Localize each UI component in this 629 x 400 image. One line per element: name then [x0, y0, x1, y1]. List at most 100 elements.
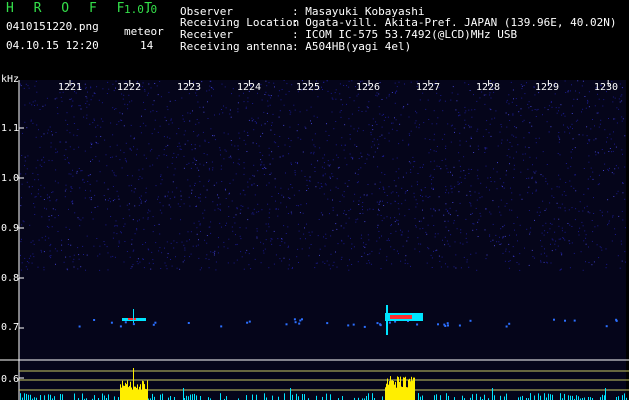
noise-dot — [433, 208, 435, 210]
noise-dot — [458, 112, 460, 113]
noise-dot — [206, 242, 208, 244]
noise-dot — [561, 114, 563, 116]
power-bar — [448, 395, 449, 400]
noise-dot — [456, 100, 458, 102]
noise-dot — [511, 145, 513, 147]
noise-dot — [519, 194, 521, 196]
noise-dot — [437, 117, 439, 119]
noise-dot — [471, 116, 473, 118]
noise-dot — [308, 188, 309, 189]
power-bar — [440, 395, 441, 400]
noise-dot — [129, 147, 131, 149]
noise-dot — [228, 238, 230, 240]
noise-dot — [233, 162, 234, 164]
noise-dot — [402, 245, 404, 247]
noise-dot — [229, 113, 231, 115]
noise-dot — [348, 86, 350, 88]
noise-dot — [511, 101, 513, 103]
noise-dot — [152, 259, 154, 261]
noise-dot — [180, 195, 182, 197]
noise-dot — [349, 259, 350, 261]
noise-dot — [468, 124, 470, 126]
noise-dot — [154, 119, 156, 121]
noise-dot — [378, 203, 380, 205]
noise-dot — [136, 228, 138, 230]
noise-dot — [621, 116, 623, 118]
noise-dot — [148, 83, 150, 85]
noise-dot — [306, 109, 308, 111]
noise-dot — [129, 256, 131, 258]
noise-dot — [105, 199, 106, 201]
noise-dot — [316, 116, 318, 118]
noise-dot — [559, 138, 561, 140]
noise-dot — [123, 152, 125, 154]
noise-dot — [245, 107, 247, 109]
noise-dot — [43, 266, 45, 268]
noise-dot — [67, 239, 69, 240]
noise-dot — [38, 189, 39, 191]
noise-dot — [159, 81, 161, 82]
noise-dot — [64, 196, 66, 198]
noise-dot — [560, 104, 562, 106]
power-bar — [564, 393, 565, 400]
noise-dot — [476, 229, 478, 231]
noise-dot — [175, 256, 176, 258]
noise-dot — [582, 269, 584, 271]
noise-dot — [311, 139, 313, 141]
noise-dot — [463, 127, 465, 129]
noise-dot — [327, 198, 329, 200]
noise-dot — [348, 210, 350, 212]
noise-dot — [460, 181, 462, 183]
noise-dot — [565, 182, 567, 183]
noise-dot — [531, 109, 533, 111]
power-bar — [422, 395, 423, 400]
noise-dot — [571, 242, 573, 244]
noise-dot — [90, 160, 91, 162]
noise-dot — [347, 265, 349, 267]
noise-dot — [262, 154, 264, 156]
noise-dot — [605, 267, 607, 269]
noise-dot — [243, 101, 245, 103]
noise-dot — [560, 207, 562, 209]
noise-dot — [107, 188, 109, 190]
noise-dot — [21, 262, 23, 264]
noise-dot — [121, 93, 123, 95]
noise-dot — [496, 188, 498, 190]
noise-dot — [255, 122, 257, 124]
noise-dot — [277, 208, 279, 210]
noise-dot — [145, 242, 146, 244]
noise-dot — [619, 83, 621, 85]
noise-dot — [335, 98, 337, 100]
noise-dot — [139, 261, 141, 263]
noise-dot — [70, 186, 72, 188]
noise-dot — [107, 208, 108, 210]
noise-dot — [314, 167, 316, 168]
noise-dot — [521, 85, 523, 87]
noise-dot — [170, 259, 171, 260]
noise-dot — [308, 255, 310, 257]
noise-dot — [32, 122, 34, 124]
noise-dot — [34, 196, 36, 198]
noise-dot — [447, 123, 449, 125]
noise-dot — [564, 239, 566, 241]
noise-dot — [611, 172, 613, 174]
noise-dot — [410, 130, 412, 132]
noise-dot — [72, 200, 74, 202]
noise-dot — [616, 107, 618, 109]
noise-dot — [176, 187, 178, 189]
noise-dot — [106, 246, 108, 248]
noise-dot — [126, 204, 128, 206]
power-bar — [604, 395, 605, 400]
noise-dot — [94, 93, 96, 94]
noise-dot — [398, 253, 399, 255]
noise-dot — [532, 192, 533, 194]
noise-dot — [496, 241, 498, 243]
noise-dot — [565, 92, 567, 93]
noise-dot — [265, 91, 267, 93]
noise-dot — [283, 225, 285, 227]
noise-dot — [459, 183, 460, 185]
noise-dot — [374, 183, 376, 185]
noise-dot — [516, 262, 518, 263]
noise-dot — [232, 88, 234, 90]
noise-dot — [575, 90, 576, 92]
